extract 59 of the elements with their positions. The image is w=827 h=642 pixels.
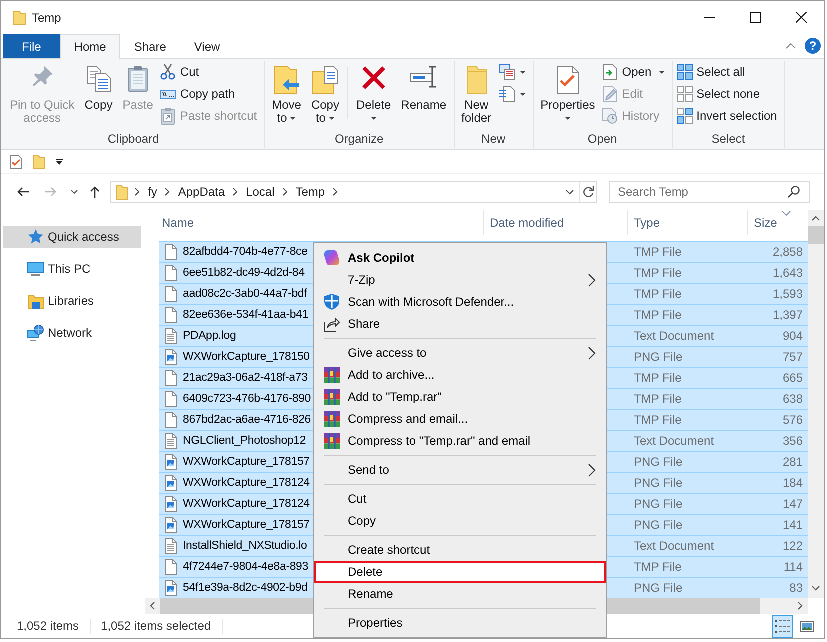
file-size: 356 [782, 434, 803, 448]
file-name: 82afbdd4-704b-4e77-8ce [183, 246, 308, 258]
file-type: Text Document [634, 434, 714, 448]
file-name: InstallShield_NXStudio.lo [183, 540, 308, 552]
file-type: PNG File [634, 581, 683, 595]
file-type: PNG File [634, 518, 683, 532]
file-name: 4f7244e7-9804-4e8a-893 [183, 561, 308, 573]
file-type: TMP File [634, 413, 682, 427]
file-type: TMP File [634, 392, 682, 406]
group-label: Organize [334, 131, 385, 147]
file-size: 904 [782, 329, 803, 343]
file-name: 6409c723-476b-4176-890 [183, 393, 311, 405]
file-type: TMP File [634, 371, 682, 385]
group-label: Clipboard [106, 131, 160, 147]
group-label: Open [586, 131, 618, 147]
file-type: Text Document [634, 539, 714, 553]
file-name: 867bd2ac-a6ae-4716-826 [183, 414, 311, 426]
file-name: 21ac29a3-06a2-418f-a73 [183, 372, 308, 384]
file-size: 141 [782, 518, 803, 532]
file-name: WXWorkCapture_178157 [183, 519, 310, 531]
file-size: 122 [782, 539, 803, 553]
file-size: 1,397 [772, 308, 803, 322]
file-size: 1,593 [772, 287, 803, 301]
file-name: aad08c2c-3ab0-44a7-bdf [183, 288, 308, 300]
file-type: TMP File [634, 308, 682, 322]
item-count: 1,052 items [17, 619, 80, 633]
file-type: TMP File [634, 560, 682, 574]
file-type: PNG File [634, 497, 683, 511]
file-size: 1,643 [772, 266, 803, 280]
file-size: 114 [784, 560, 803, 574]
file-name: PDApp.log [183, 330, 236, 342]
file-type: Text Document [634, 329, 714, 343]
file-name: WXWorkCapture_178124 [183, 498, 310, 510]
file-name: WXWorkCapture_178150 [183, 351, 310, 363]
window-title: Temp [32, 10, 62, 24]
file-type: PNG File [634, 350, 683, 364]
file-size: 757 [782, 350, 803, 364]
file-type: TMP File [634, 266, 682, 280]
selection-count: 1,052 items selected [101, 619, 212, 633]
file-type: TMP File [634, 287, 682, 301]
group-label: New [480, 131, 507, 147]
group-label: Select [710, 131, 746, 147]
file-size: 147 [782, 497, 803, 511]
file-size: 665 [782, 371, 803, 385]
file-type: TMP File [634, 245, 682, 259]
file-size: 184 [782, 476, 803, 490]
file-size: 2,858 [772, 245, 803, 259]
file-name: NGLClient_Photoshop12 [183, 435, 306, 447]
file-name: WXWorkCapture_178124 [183, 477, 310, 489]
file-name: 54f1e39a-8d2c-4902-b9d [183, 582, 308, 594]
file-type: PNG File [634, 455, 683, 469]
file-size: 638 [782, 392, 803, 406]
file-name: 82ee636e-534f-41aa-b41 [183, 309, 308, 321]
file-size: 83 [790, 581, 803, 595]
file-size: 576 [782, 413, 803, 427]
file-size: 281 [782, 455, 803, 469]
file-type: PNG File [634, 476, 683, 490]
file-name: 6ee51b82-dc49-4d2d-84 [183, 267, 305, 279]
file-name: WXWorkCapture_178157 [183, 456, 310, 468]
